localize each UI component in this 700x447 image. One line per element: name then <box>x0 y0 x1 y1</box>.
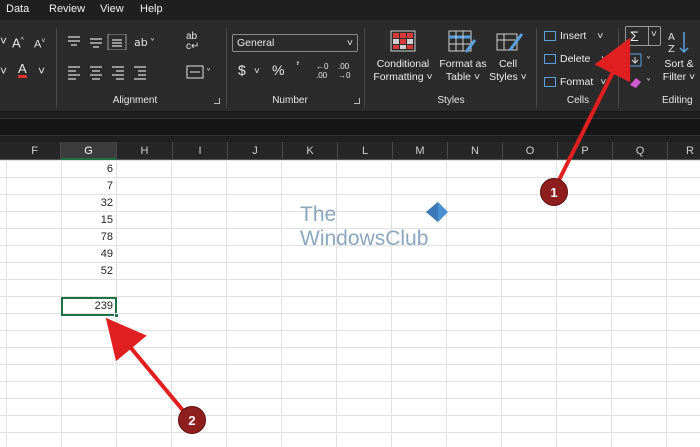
annotation-arrows <box>105 37 631 416</box>
annotation-badge-1: 1 <box>540 178 568 206</box>
arrow-to-autosum <box>554 37 631 187</box>
annotation-badge-2: 2 <box>178 406 206 434</box>
arrow-to-sum-cell <box>105 317 188 416</box>
